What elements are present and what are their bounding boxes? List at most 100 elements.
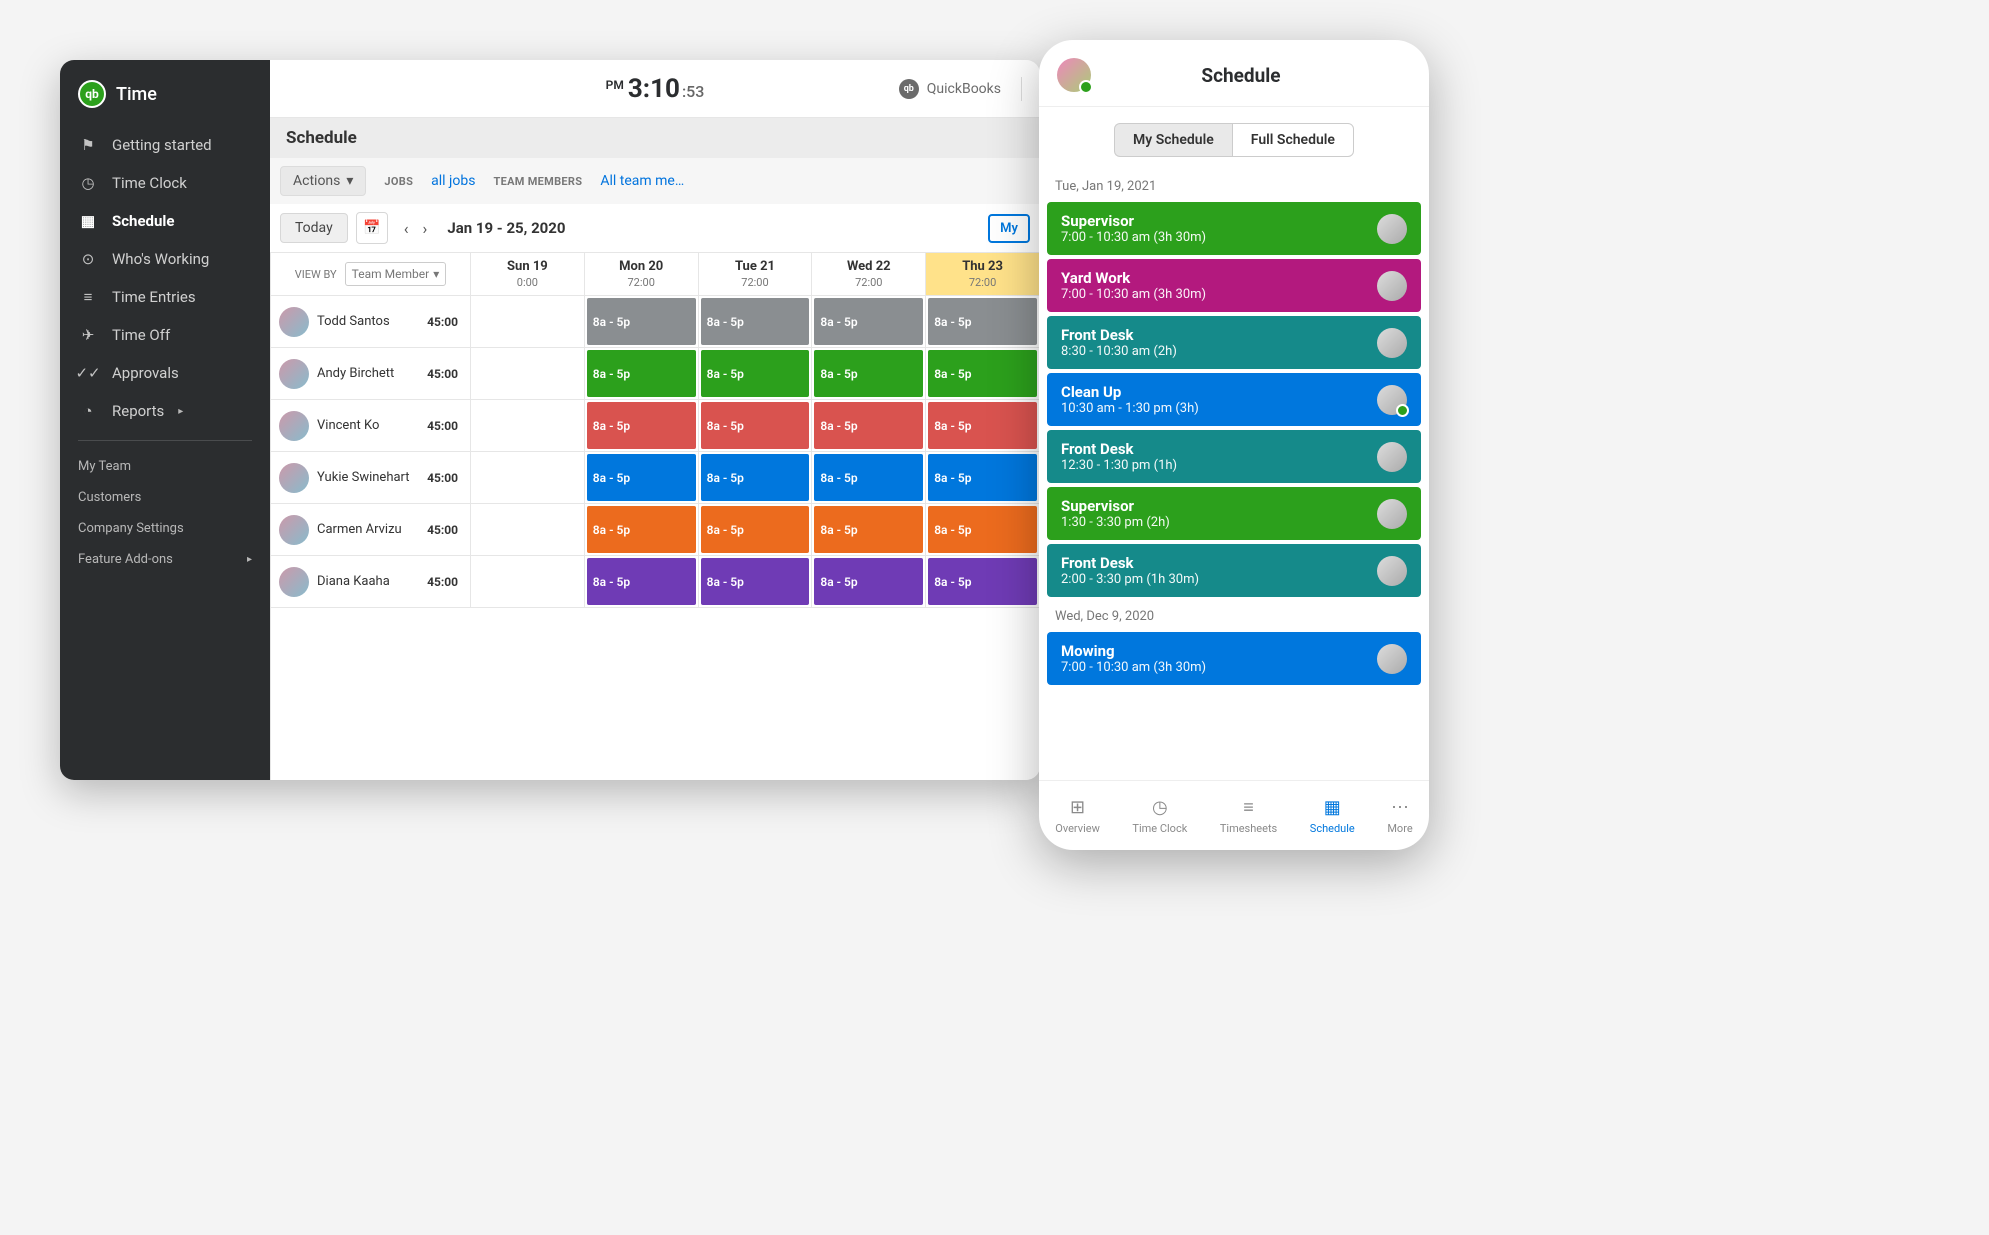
sidebar-item-approvals[interactable]: ✓✓ Approvals	[60, 354, 270, 392]
sidebar-item-reports[interactable]: ◔ Reports ▸	[60, 392, 270, 430]
shift-block[interactable]: 8a - 5p	[814, 558, 923, 605]
shift-cell[interactable]: 8a - 5p	[812, 452, 926, 503]
sidebar-sub-my-team[interactable]: My Team	[60, 451, 270, 482]
shift-cell[interactable]: 8a - 5p	[812, 504, 926, 555]
mobile-schedule-list[interactable]: Tue, Jan 19, 2021 Supervisor 7:00 - 10:3…	[1039, 171, 1429, 780]
day-header[interactable]: Sun 19 0:00	[471, 253, 585, 295]
shift-cell[interactable]: 8a - 5p	[812, 556, 926, 607]
shift-block[interactable]: 8a - 5p	[928, 454, 1037, 501]
shift-cell[interactable]: 8a - 5p	[699, 296, 813, 347]
seg-full-schedule[interactable]: Full Schedule	[1232, 123, 1354, 157]
shift-block[interactable]: 8a - 5p	[587, 558, 696, 605]
shift-block[interactable]: 8a - 5p	[701, 506, 810, 553]
shift-cell[interactable]: 8a - 5p	[812, 348, 926, 399]
shift-block[interactable]: 8a - 5p	[587, 350, 696, 397]
shift-block[interactable]: 8a - 5p	[701, 454, 810, 501]
next-week-button[interactable]: ›	[423, 219, 428, 238]
shift-block[interactable]: 8a - 5p	[814, 402, 923, 449]
shift-cell[interactable]: 8a - 5p	[585, 452, 699, 503]
employee-cell[interactable]: Todd Santos 45:00	[271, 296, 471, 347]
sidebar-sub-company-settings[interactable]: Company Settings	[60, 513, 270, 544]
shift-cell[interactable]: 8a - 5p	[585, 400, 699, 451]
shift-block[interactable]: 8a - 5p	[928, 402, 1037, 449]
shift-cell[interactable]: 8a - 5p	[585, 348, 699, 399]
actions-button[interactable]: Actions ▾	[280, 166, 366, 196]
shift-cell[interactable]: 8a - 5p	[926, 556, 1040, 607]
my-button[interactable]: My	[988, 214, 1030, 243]
employee-cell[interactable]: Diana Kaaha 45:00	[271, 556, 471, 607]
shift-cell[interactable]: 8a - 5p	[926, 504, 1040, 555]
shift-block[interactable]: 8a - 5p	[701, 298, 810, 345]
shift-block[interactable]: 8a - 5p	[587, 298, 696, 345]
calendar-picker-button[interactable]: 📅	[356, 212, 388, 244]
shift-block[interactable]: 8a - 5p	[814, 350, 923, 397]
shift-block[interactable]: 8a - 5p	[701, 350, 810, 397]
shift-cell[interactable]: 8a - 5p	[699, 348, 813, 399]
shift-cell[interactable]	[471, 348, 585, 399]
tab-timesheets[interactable]: ≡ Timesheets	[1220, 797, 1277, 835]
jobs-filter-link[interactable]: all jobs	[431, 173, 475, 189]
shift-cell[interactable]: 8a - 5p	[926, 348, 1040, 399]
schedule-card[interactable]: Supervisor 7:00 - 10:30 am (3h 30m)	[1047, 202, 1421, 255]
schedule-card[interactable]: Front Desk 12:30 - 1:30 pm (1h)	[1047, 430, 1421, 483]
shift-cell[interactable]	[471, 556, 585, 607]
tab-time-clock[interactable]: ◷ Time Clock	[1132, 797, 1187, 835]
sidebar-sub-customers[interactable]: Customers	[60, 482, 270, 513]
sidebar-sub-feature-add-ons[interactable]: Feature Add-ons▸	[60, 544, 270, 575]
shift-cell[interactable]	[471, 504, 585, 555]
shift-block[interactable]: 8a - 5p	[928, 350, 1037, 397]
shift-cell[interactable]	[471, 296, 585, 347]
user-avatar[interactable]	[1057, 58, 1091, 92]
shift-cell[interactable]: 8a - 5p	[699, 400, 813, 451]
shift-block[interactable]: 8a - 5p	[701, 558, 810, 605]
day-header[interactable]: Thu 23 72:00	[926, 253, 1040, 295]
shift-cell[interactable]: 8a - 5p	[926, 400, 1040, 451]
shift-cell[interactable]: 8a - 5p	[699, 504, 813, 555]
shift-block[interactable]: 8a - 5p	[928, 506, 1037, 553]
sidebar-item-getting-started[interactable]: ⚑ Getting started	[60, 126, 270, 164]
shift-block[interactable]: 8a - 5p	[814, 298, 923, 345]
schedule-card[interactable]: Front Desk 2:00 - 3:30 pm (1h 30m)	[1047, 544, 1421, 597]
shift-block[interactable]: 8a - 5p	[814, 454, 923, 501]
employee-cell[interactable]: Vincent Ko 45:00	[271, 400, 471, 451]
sidebar-item-time-clock[interactable]: ◷ Time Clock	[60, 164, 270, 202]
shift-cell[interactable]	[471, 400, 585, 451]
tab-more[interactable]: ⋯ More	[1387, 797, 1412, 835]
sidebar-item-schedule[interactable]: ▦ Schedule	[60, 202, 270, 240]
today-button[interactable]: Today	[280, 213, 348, 243]
schedule-card[interactable]: Front Desk 8:30 - 10:30 am (2h)	[1047, 316, 1421, 369]
shift-block[interactable]: 8a - 5p	[814, 506, 923, 553]
shift-cell[interactable]: 8a - 5p	[926, 296, 1040, 347]
shift-block[interactable]: 8a - 5p	[928, 558, 1037, 605]
schedule-card[interactable]: Supervisor 1:30 - 3:30 pm (2h)	[1047, 487, 1421, 540]
shift-block[interactable]: 8a - 5p	[701, 402, 810, 449]
day-header[interactable]: Tue 21 72:00	[699, 253, 813, 295]
shift-block[interactable]: 8a - 5p	[587, 454, 696, 501]
sidebar-item-time-off[interactable]: ✈ Time Off	[60, 316, 270, 354]
employee-cell[interactable]: Carmen Arvizu 45:00	[271, 504, 471, 555]
shift-block[interactable]: 8a - 5p	[587, 506, 696, 553]
tab-schedule[interactable]: ▦ Schedule	[1310, 797, 1355, 835]
seg-my-schedule[interactable]: My Schedule	[1114, 123, 1232, 157]
schedule-card[interactable]: Mowing 7:00 - 10:30 am (3h 30m)	[1047, 632, 1421, 685]
employee-cell[interactable]: Andy Birchett 45:00	[271, 348, 471, 399]
shift-cell[interactable]: 8a - 5p	[585, 556, 699, 607]
schedule-card[interactable]: Yard Work 7:00 - 10:30 am (3h 30m)	[1047, 259, 1421, 312]
sidebar-item-time-entries[interactable]: ≡ Time Entries	[60, 278, 270, 316]
prev-week-button[interactable]: ‹	[404, 219, 409, 238]
shift-cell[interactable]: 8a - 5p	[585, 296, 699, 347]
sidebar-item-who-s-working[interactable]: ⊙ Who's Working	[60, 240, 270, 278]
tab-overview[interactable]: ⊞ Overview	[1055, 797, 1100, 835]
shift-cell[interactable]: 8a - 5p	[812, 296, 926, 347]
shift-cell[interactable]: 8a - 5p	[699, 452, 813, 503]
shift-cell[interactable]: 8a - 5p	[812, 400, 926, 451]
shift-block[interactable]: 8a - 5p	[587, 402, 696, 449]
day-header[interactable]: Mon 20 72:00	[585, 253, 699, 295]
shift-cell[interactable]: 8a - 5p	[699, 556, 813, 607]
day-header[interactable]: Wed 22 72:00	[812, 253, 926, 295]
view-by-select[interactable]: Team Member ▾	[345, 262, 447, 286]
team-filter-link[interactable]: All team me…	[600, 173, 684, 189]
employee-cell[interactable]: Yukie Swinehart 45:00	[271, 452, 471, 503]
shift-block[interactable]: 8a - 5p	[928, 298, 1037, 345]
shift-cell[interactable]: 8a - 5p	[926, 452, 1040, 503]
